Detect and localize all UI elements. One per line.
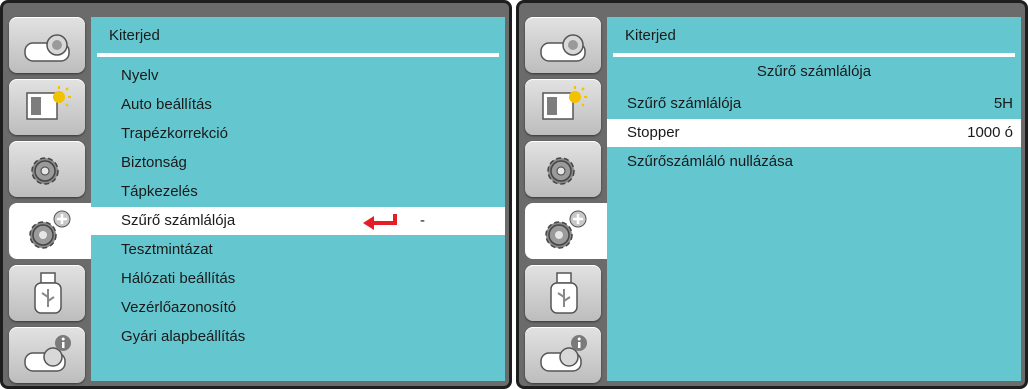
menu-item-label: Gyári alapbeállítás [121, 328, 246, 345]
menu-item-label: Nyelv [121, 67, 159, 84]
menu-item-label: Vezérlőazonosító [121, 299, 237, 316]
menu-item-label: Tápkezelés [121, 183, 198, 200]
tab-picture[interactable] [525, 79, 601, 135]
menu-item-security[interactable]: Biztonság [91, 149, 505, 177]
tab-picture[interactable] [9, 79, 85, 135]
picture-brightness-icon [26, 86, 71, 120]
menu-item-auto-setup[interactable]: Auto beállítás [91, 91, 505, 119]
category-sidebar [9, 17, 91, 385]
category-sidebar [525, 17, 607, 385]
menu-item-label: Szűrő számlálója [121, 212, 236, 229]
submenu-item-label: Szűrőszámláló nullázása [627, 153, 793, 170]
menu-item-keystone[interactable]: Trapézkorrekció [91, 120, 505, 148]
tab-extended[interactable] [525, 203, 607, 259]
menu-item-value: - [420, 212, 425, 229]
menu-item-language[interactable]: Nyelv [91, 62, 505, 90]
tab-settings[interactable] [525, 141, 601, 197]
projector-icon [24, 34, 70, 62]
tab-projector[interactable] [9, 17, 85, 73]
menu-item-filter-counter[interactable]: Szűrő számlálója - [91, 207, 505, 235]
menu-panel: Kiterjed Nyelv Auto beállítás Trapézkorr… [91, 17, 505, 381]
submenu-item-value: 1000 ó [967, 124, 1013, 141]
tab-info[interactable] [525, 327, 601, 383]
menu-item-label: Tesztmintázat [121, 241, 213, 258]
enter-arrow-icon [363, 214, 397, 230]
gear-icon [547, 157, 575, 185]
menu-item-test-pattern[interactable]: Tesztmintázat [91, 236, 505, 264]
submenu-item-label: Stopper [627, 124, 680, 141]
usb-icon [34, 272, 62, 314]
submenu-item-value: 5H [993, 95, 1013, 112]
gear-plus-icon [29, 210, 71, 249]
gear-plus-icon [545, 210, 587, 249]
info-projector-icon [540, 335, 587, 372]
menu-item-factory-default[interactable]: Gyári alapbeállítás [91, 323, 505, 351]
tab-projector[interactable] [525, 17, 601, 73]
submenu-item-filter-counter[interactable]: Szűrő számlálója 5H [607, 90, 1021, 118]
menu-item-label: Auto beállítás [121, 96, 212, 113]
gear-icon [31, 157, 59, 185]
tab-extended[interactable] [9, 203, 91, 259]
menu-item-label: Biztonság [121, 154, 187, 171]
menu-item-label: Hálózati beállítás [121, 270, 236, 287]
title-divider [613, 53, 1015, 57]
submenu-panel: Kiterjed Szűrő számlálója Szűrő számláló… [607, 17, 1021, 381]
menu-item-network-settings[interactable]: Hálózati beállítás [91, 265, 505, 293]
submenu-item-label: Szűrő számlálója [627, 95, 742, 112]
projector-menu-screen-submenu: Kiterjed Szűrő számlálója Szűrő számláló… [516, 0, 1028, 389]
menu-item-power-management[interactable]: Tápkezelés [91, 178, 505, 206]
submenu-item-reset-filter-counter[interactable]: Szűrőszámláló nullázása [607, 148, 1021, 176]
submenu-item-timer[interactable]: Stopper 1000 ó [607, 119, 1021, 147]
page-title: Kiterjed [625, 27, 676, 44]
tab-usb[interactable] [525, 265, 601, 321]
menu-item-control-id[interactable]: Vezérlőazonosító [91, 294, 505, 322]
projector-icon [540, 34, 586, 62]
page-title: Kiterjed [109, 27, 160, 44]
tab-info[interactable] [9, 327, 85, 383]
tab-settings[interactable] [9, 141, 85, 197]
submenu-title: Szűrő számlálója [756, 63, 872, 80]
picture-brightness-icon [542, 86, 587, 120]
usb-icon [550, 272, 578, 314]
projector-menu-screen-main: Kiterjed Nyelv Auto beállítás Trapézkorr… [0, 0, 512, 389]
menu-item-label: Trapézkorrekció [121, 125, 228, 142]
tab-usb[interactable] [9, 265, 85, 321]
info-projector-icon [24, 335, 71, 372]
title-divider [97, 53, 499, 57]
